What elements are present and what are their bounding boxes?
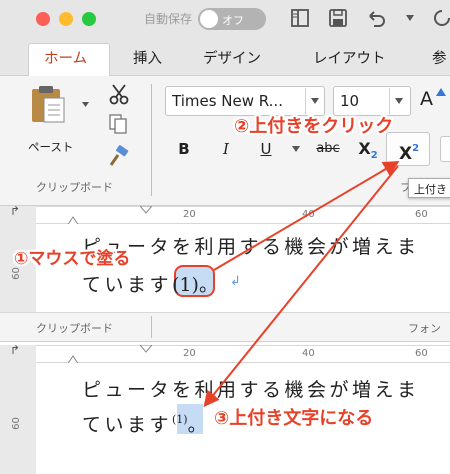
autosave-toggle-label: オフ	[222, 14, 244, 27]
tab-stop-icon[interactable]: ↱	[10, 204, 20, 218]
tab-design[interactable]: デザイン	[203, 47, 261, 68]
undo-icon[interactable]	[366, 8, 386, 28]
vertical-ruler-num-bottom: 60	[10, 417, 22, 430]
subscript-button[interactable]: X2	[355, 135, 381, 163]
zoom-window-button[interactable]	[82, 12, 96, 26]
close-window-button[interactable]	[36, 12, 50, 26]
grow-font-button[interactable]: A	[420, 88, 433, 110]
doc-bottom-line2: ています(1)。	[82, 410, 210, 437]
doc-top-line2: ています(1)。	[82, 270, 221, 297]
clipboard-group-label-bottom: クリップボード	[36, 322, 113, 335]
redo-icon[interactable]	[432, 8, 450, 28]
italic-button[interactable]: I	[214, 135, 238, 163]
tab-stop-icon-bottom[interactable]: ↱	[10, 343, 20, 357]
ruler-mark-20: 20	[183, 209, 196, 220]
superscript-button[interactable]: X2	[395, 135, 423, 164]
underline-button[interactable]: U	[254, 135, 278, 163]
format-painter-icon[interactable]	[108, 145, 130, 167]
right-indent-marker-icon-bottom[interactable]	[140, 345, 152, 353]
underline-dropdown-icon[interactable]	[292, 146, 300, 152]
tab-home[interactable]: ホーム	[44, 47, 87, 68]
font-size-value: 10	[340, 92, 360, 110]
doc-top-selected-text: (1)	[172, 274, 199, 296]
ruler-mark-40-bottom: 40	[302, 348, 315, 359]
paste-icon[interactable]	[30, 84, 66, 124]
font-select-divider	[305, 88, 306, 114]
font-size-dropdown-icon[interactable]	[395, 98, 403, 104]
group-divider	[151, 84, 152, 196]
font-group-label-bottom: フォン	[408, 322, 441, 335]
doc-bottom-line1: ピュータを利用する機会が増えま	[82, 379, 420, 401]
clipboard-group-label: クリップボード	[36, 181, 113, 194]
doc-top-line2-pre: ています	[82, 274, 173, 296]
doc-bottom-superscript-text: (1)	[172, 413, 188, 426]
right-indent-marker-icon[interactable]	[140, 206, 152, 214]
subscript-mark: 2	[370, 150, 378, 161]
size-select-divider	[389, 88, 390, 114]
horizontal-ruler-top[interactable]	[36, 206, 450, 224]
grow-font-arrow-icon	[436, 88, 446, 96]
doc-bottom-line2-pre: ています	[82, 414, 173, 436]
paragraph-mark-icon: ↲	[230, 274, 241, 289]
tab-references[interactable]: 参	[432, 47, 447, 68]
save-icon[interactable]	[328, 8, 348, 28]
ruler-mark-20-bottom: 20	[183, 348, 196, 359]
next-format-button[interactable]	[440, 136, 450, 162]
subscript-x: X	[358, 139, 371, 158]
doc-top-line1: ピュータを利用する機会が増えま	[82, 236, 420, 258]
autosave-label: 自動保存	[144, 12, 193, 26]
bold-button[interactable]: B	[172, 135, 196, 163]
minimize-window-button[interactable]	[59, 12, 73, 26]
superscript-mark: 2	[412, 143, 420, 154]
autosave-toggle-knob	[200, 10, 218, 28]
sidebar-icon[interactable]	[290, 8, 310, 28]
paste-dropdown-icon[interactable]	[82, 102, 89, 107]
superscript-tooltip: 上付き	[408, 178, 450, 198]
group-divider-bottom	[151, 316, 152, 338]
tab-layout[interactable]: レイアウト	[313, 47, 386, 68]
annotation-step1: ①マウスで塗る	[14, 249, 131, 269]
font-name-dropdown-icon[interactable]	[311, 98, 319, 104]
ruler-mark-40: 40	[302, 209, 315, 220]
annotation-step3: ③上付き文字になる	[214, 408, 374, 429]
superscript-x: X	[398, 144, 413, 164]
tab-insert[interactable]: 挿入	[133, 47, 162, 68]
copy-icon[interactable]	[108, 113, 128, 135]
doc-top-line2-post: 。	[198, 274, 222, 296]
ruler-mark-60: 60	[415, 209, 428, 220]
paste-label[interactable]: ペースト	[28, 139, 73, 155]
strikethrough-button[interactable]: abc	[310, 135, 346, 163]
doc-bottom-line2-post: 。	[187, 414, 211, 436]
ruler-mark-60-bottom: 60	[415, 348, 428, 359]
undo-dropdown-icon[interactable]	[406, 15, 414, 21]
horizontal-ruler-bottom[interactable]	[36, 345, 450, 363]
vertical-ruler-num-top: 60	[10, 267, 22, 280]
cut-icon[interactable]	[108, 83, 130, 105]
annotation-step2: ②上付きをクリック	[234, 116, 394, 137]
font-name-value: Times New R...	[172, 92, 283, 110]
